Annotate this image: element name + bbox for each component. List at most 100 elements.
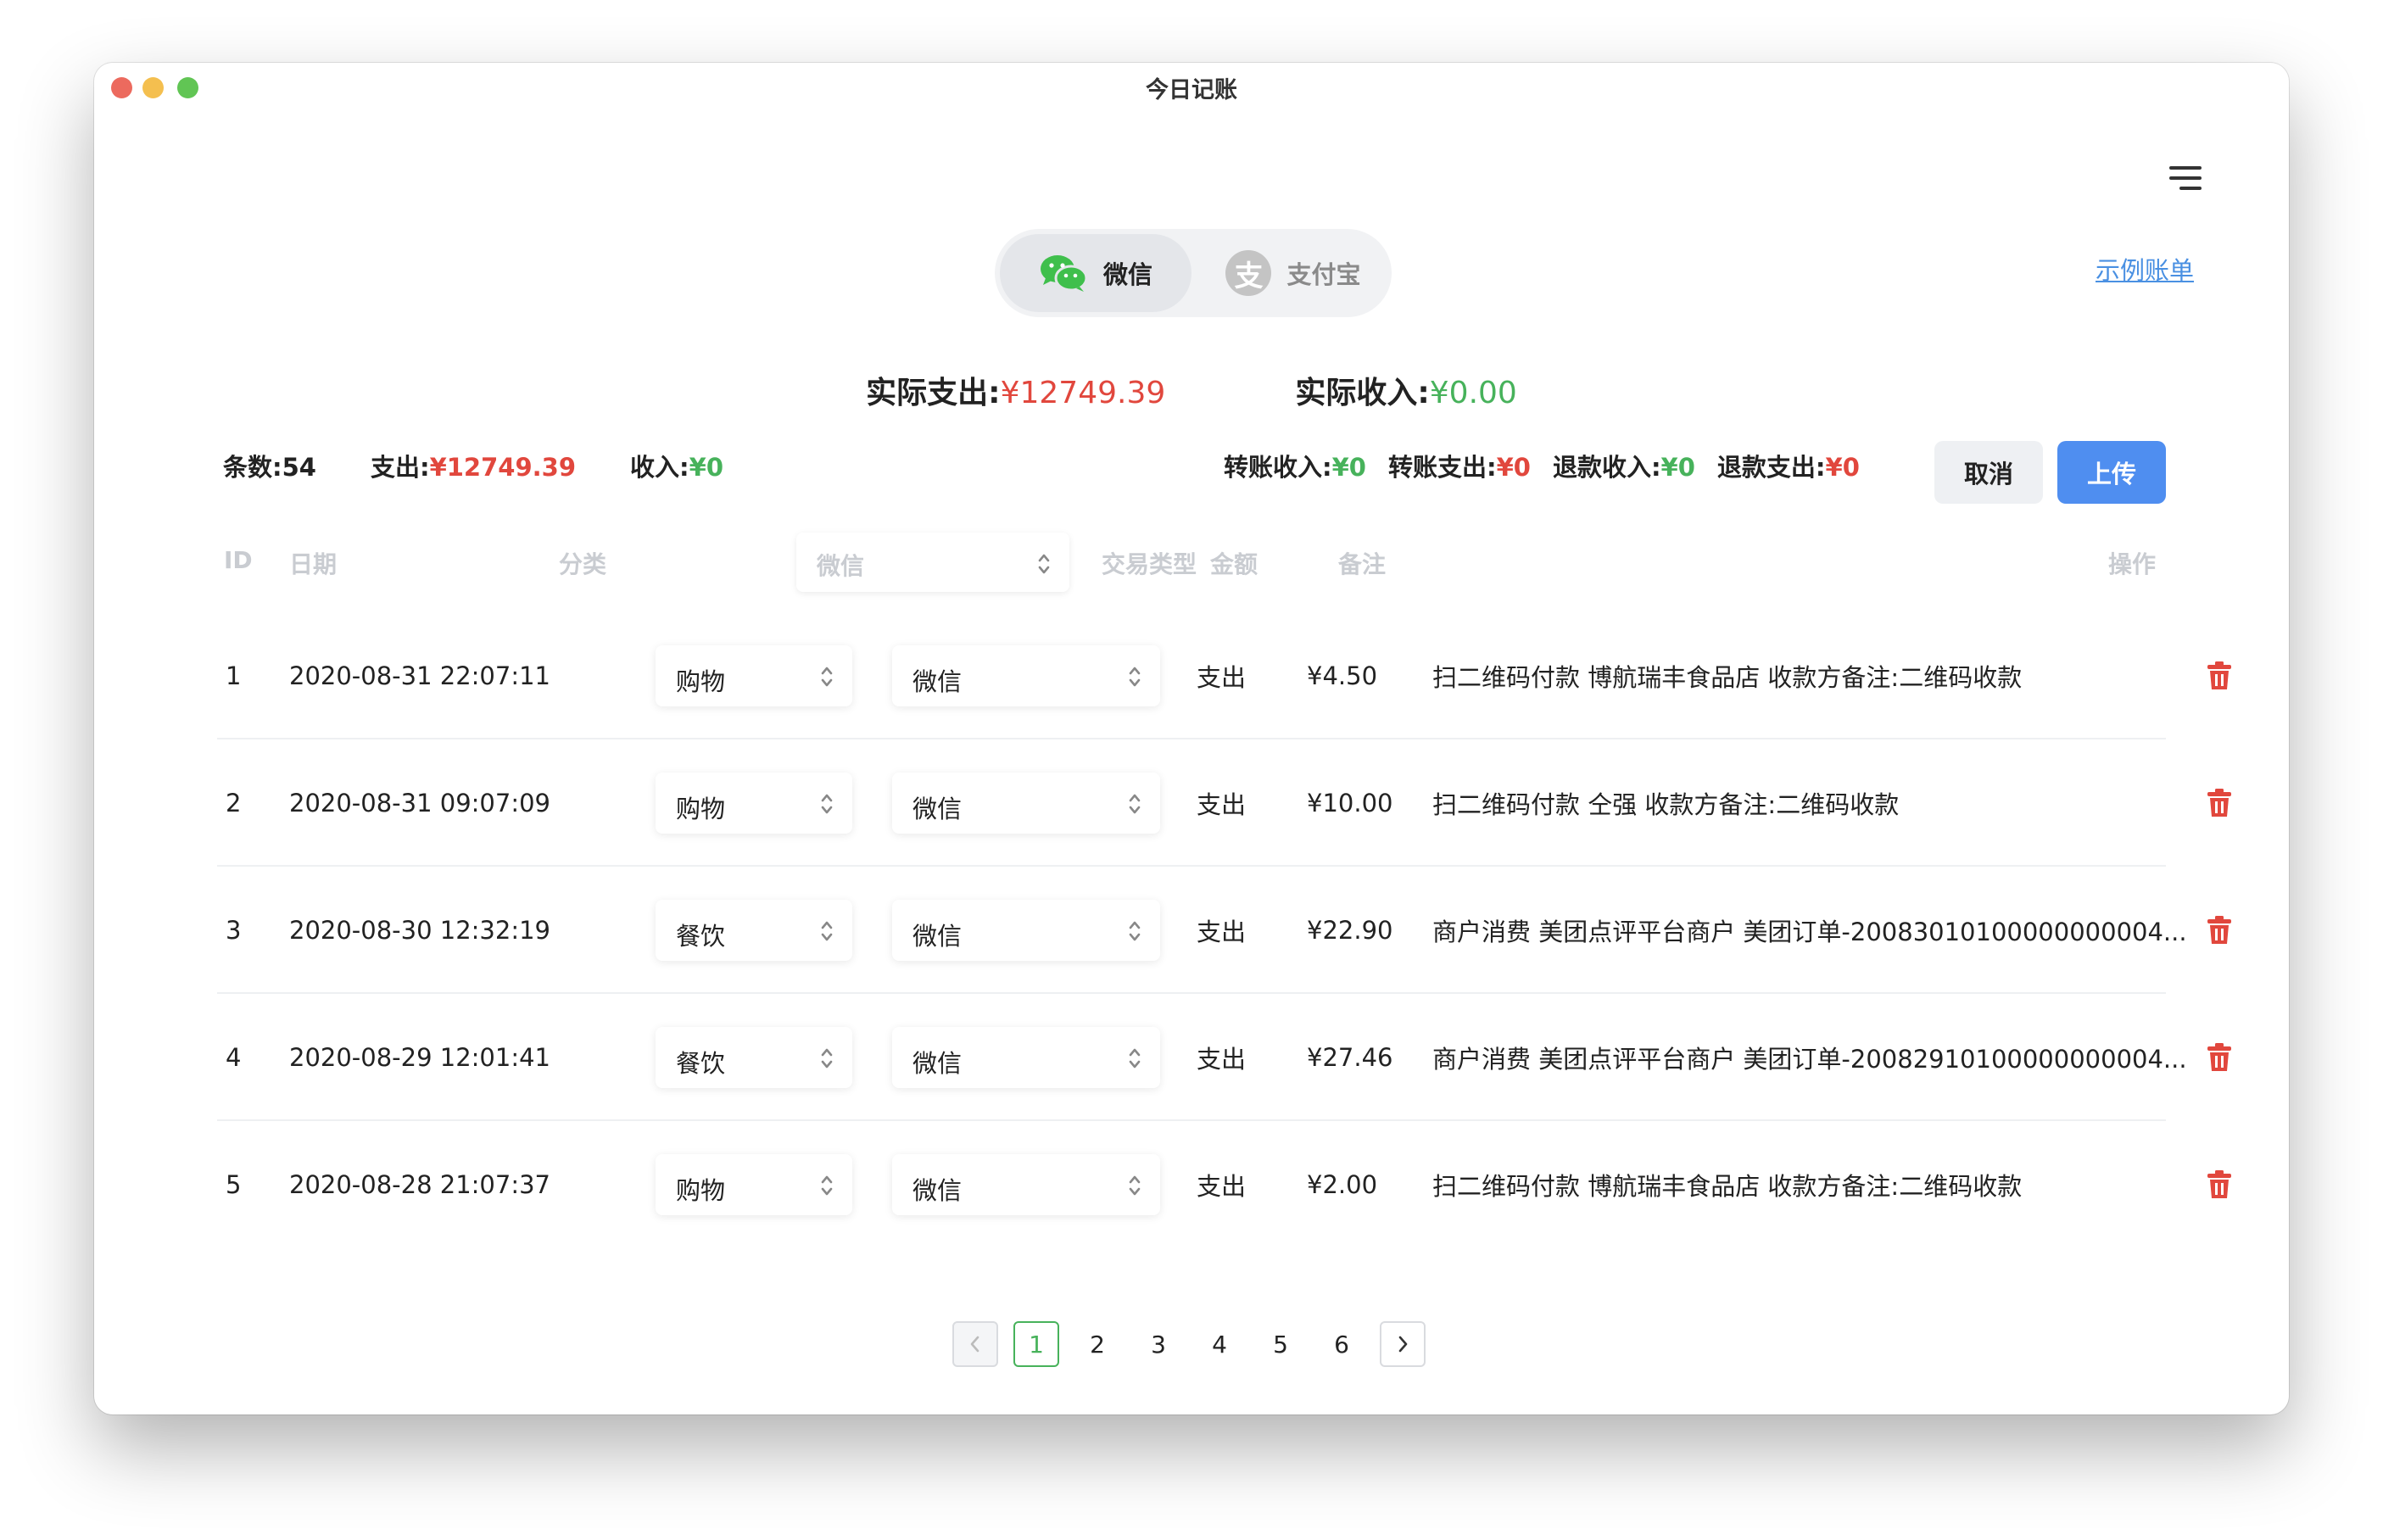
income-label: 收入:	[630, 453, 689, 482]
source-select[interactable]: 微信	[892, 1027, 1160, 1088]
tab-wechat-label: 微信	[1102, 260, 1152, 289]
chevron-up-down-icon	[821, 667, 833, 687]
row-id: 3	[226, 916, 242, 945]
table-row: 5 2020-08-28 21:07:37 购物 微信 支出 ¥2.00 扫二维码付款 博航…	[217, 1121, 2231, 1248]
source-segmented-control: 微信 支 支付宝	[995, 229, 1392, 317]
row-note: 商户消费 美团点评平台商户 美团订单-20083010100000000004.…	[1432, 918, 2187, 946]
pagination-prev-button[interactable]	[952, 1321, 998, 1367]
header-category: 分类	[559, 550, 607, 578]
stats-left: 条数:54 支出:¥12749.39 收入:¥0	[223, 448, 723, 483]
alipay-icon: 支	[1225, 250, 1272, 296]
refund-in-label: 退款收入:	[1552, 453, 1661, 482]
trash-icon[interactable]	[2207, 915, 2232, 946]
example-bill-link[interactable]: 示例账单	[2096, 251, 2194, 287]
chevron-up-down-icon	[1129, 1175, 1141, 1196]
header-type: 交易类型	[1102, 550, 1197, 578]
chevron-up-down-icon	[821, 794, 833, 814]
actual-expense-value: ¥12749.39	[1000, 376, 1166, 410]
trash-icon[interactable]	[2207, 661, 2232, 691]
pagination-page[interactable]: 5	[1258, 1321, 1303, 1367]
income-value: ¥0	[689, 453, 723, 482]
row-amount: ¥22.90	[1307, 916, 1393, 945]
refund-in-value: ¥0	[1660, 453, 1695, 482]
titlebar: 今日记账	[94, 63, 2289, 112]
source-value: 微信	[912, 1049, 963, 1078]
chevron-up-down-icon	[1129, 667, 1141, 687]
row-date: 2020-08-31 22:07:11	[289, 661, 550, 690]
app-window: 今日记账 微信 支 支付宝 示例账单 实际支出:¥12749.39 实际收入:¥…	[94, 63, 2289, 1414]
pagination-page[interactable]: 6	[1319, 1321, 1365, 1367]
chevron-up-down-icon	[821, 1175, 833, 1196]
category-value: 购物	[676, 1176, 726, 1205]
source-select[interactable]: 微信	[892, 645, 1160, 706]
table-row: 1 2020-08-31 22:07:11 购物 微信 支出 ¥4.50 扫二维码付款 博航…	[217, 612, 2231, 739]
table-row: 3 2020-08-30 12:32:19 餐饮 微信 支出 ¥22.90 商户消费 美团点…	[217, 867, 2231, 994]
row-amount: ¥4.50	[1307, 661, 1378, 690]
cancel-button[interactable]: 取消	[1934, 441, 2043, 504]
chevron-up-down-icon	[821, 1048, 833, 1069]
tab-alipay[interactable]: 支 支付宝	[1203, 234, 1383, 312]
menu-icon[interactable]	[2166, 163, 2202, 193]
trash-icon[interactable]	[2207, 1169, 2232, 1200]
row-type: 支出	[1197, 790, 1247, 819]
row-type: 支出	[1197, 1172, 1247, 1201]
row-date: 2020-08-31 09:07:09	[289, 789, 550, 817]
pagination-next-button[interactable]	[1380, 1321, 1426, 1367]
row-date: 2020-08-30 12:32:19	[289, 916, 550, 945]
source-select[interactable]: 微信	[892, 900, 1160, 961]
count-value: 54	[282, 453, 316, 482]
pagination-page[interactable]: 2	[1074, 1321, 1120, 1367]
pagination-page[interactable]: 4	[1197, 1321, 1242, 1367]
header-note: 备注	[1338, 550, 1387, 578]
transfer-in-label: 转账收入:	[1224, 453, 1332, 482]
category-value: 餐饮	[676, 1049, 726, 1078]
row-id: 5	[226, 1170, 242, 1199]
chevron-up-down-icon	[1129, 794, 1141, 814]
window-title: 今日记账	[1146, 77, 1237, 103]
category-select[interactable]: 购物	[656, 773, 852, 834]
chevron-up-down-icon	[821, 921, 833, 941]
trash-icon[interactable]	[2207, 1042, 2232, 1073]
row-type: 支出	[1197, 1045, 1247, 1074]
row-amount: ¥2.00	[1307, 1170, 1378, 1199]
upload-button[interactable]: 上传	[2057, 441, 2166, 504]
pagination-page[interactable]: 3	[1136, 1321, 1181, 1367]
source-filter-value: 微信	[817, 552, 865, 580]
source-filter-select[interactable]: 微信	[796, 533, 1069, 592]
transfer-out-value: ¥0	[1496, 453, 1531, 482]
trash-icon[interactable]	[2207, 788, 2232, 818]
table-row: 4 2020-08-29 12:01:41 餐饮 微信 支出 ¥27.46 商户消费 美团点…	[217, 994, 2231, 1121]
chevron-up-down-icon	[1129, 1048, 1141, 1069]
row-note: 扫二维码付款 仝强 收款方备注:二维码收款	[1432, 790, 1900, 819]
category-value: 购物	[676, 795, 726, 823]
expense-label: 支出:	[370, 453, 430, 482]
count-label: 条数:	[223, 453, 282, 482]
chevron-right-icon	[1398, 1336, 1408, 1353]
category-select[interactable]: 餐饮	[656, 1027, 852, 1088]
source-select[interactable]: 微信	[892, 773, 1160, 834]
pagination-page[interactable]: 1	[1013, 1321, 1059, 1367]
header-action: 操作	[2108, 550, 2157, 578]
tab-wechat[interactable]: 微信	[1000, 234, 1192, 312]
transfer-out-label: 转账支出:	[1387, 453, 1497, 482]
expense-value: ¥12749.39	[429, 453, 577, 482]
row-id: 1	[226, 661, 242, 690]
stats-right: 转账收入:¥0 转账支出:¥0 退款收入:¥0 退款支出:¥0	[1224, 448, 1860, 483]
row-amount: ¥10.00	[1307, 789, 1393, 817]
actual-income-value: ¥0.00	[1429, 376, 1517, 410]
source-value: 微信	[912, 922, 963, 951]
source-value: 微信	[912, 667, 963, 696]
source-select[interactable]: 微信	[892, 1154, 1160, 1215]
source-value: 微信	[912, 1176, 963, 1205]
row-note: 商户消费 美团点评平台商户 美团订单-20082910100000000004.…	[1432, 1045, 2187, 1074]
row-id: 4	[226, 1043, 242, 1072]
totals-summary: 实际支出:¥12749.39 实际收入:¥0.00	[94, 368, 2289, 412]
wechat-icon	[1040, 255, 1088, 292]
row-note: 扫二维码付款 博航瑞丰食品店 收款方备注:二维码收款	[1432, 663, 2023, 692]
category-select[interactable]: 购物	[656, 645, 852, 706]
row-date: 2020-08-28 21:07:37	[289, 1170, 550, 1199]
category-select[interactable]: 购物	[656, 1154, 852, 1215]
row-type: 支出	[1197, 918, 1247, 946]
chevron-up-down-icon	[1129, 921, 1141, 941]
category-select[interactable]: 餐饮	[656, 900, 852, 961]
